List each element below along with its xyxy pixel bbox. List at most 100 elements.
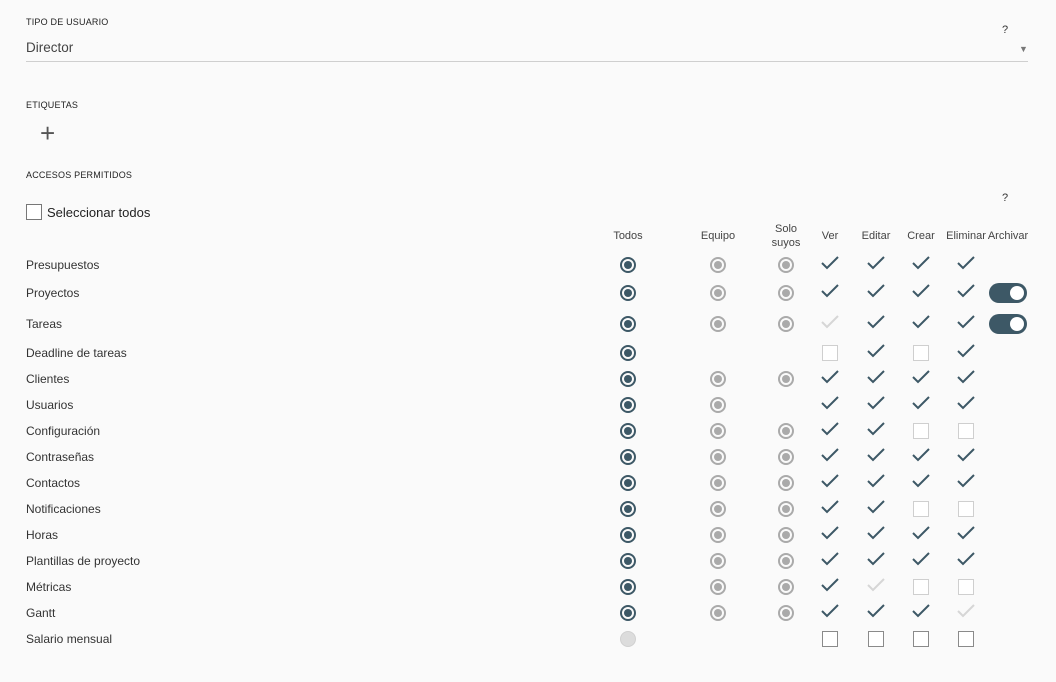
- equipo-radio[interactable]: [708, 447, 728, 467]
- eliminar-checkbox[interactable]: [956, 499, 976, 519]
- todos-radio[interactable]: [618, 473, 638, 493]
- solo-suyos-radio[interactable]: [776, 551, 796, 571]
- ver-check[interactable]: [820, 499, 840, 519]
- todos-radio[interactable]: [618, 551, 638, 571]
- todos-radio[interactable]: [618, 447, 638, 467]
- solo-suyos-radio[interactable]: [776, 283, 796, 303]
- crear-checkbox[interactable]: [911, 421, 931, 441]
- editar-check[interactable]: [866, 421, 886, 441]
- crear-check[interactable]: [911, 255, 931, 275]
- editar-check[interactable]: [866, 473, 886, 493]
- editar-check[interactable]: [866, 447, 886, 467]
- eliminar-check[interactable]: [956, 314, 976, 334]
- editar-check[interactable]: [866, 525, 886, 545]
- eliminar-check[interactable]: [956, 395, 976, 415]
- eliminar-checkbox[interactable]: [956, 421, 976, 441]
- equipo-radio[interactable]: [708, 603, 728, 623]
- todos-radio[interactable]: [618, 369, 638, 389]
- editar-check[interactable]: [866, 603, 886, 623]
- editar-check[interactable]: [866, 577, 886, 597]
- ver-check[interactable]: [820, 314, 840, 334]
- solo-suyos-radio[interactable]: [776, 473, 796, 493]
- crear-check[interactable]: [911, 603, 931, 623]
- solo-suyos-radio[interactable]: [776, 369, 796, 389]
- caret-down-icon[interactable]: ▼: [1019, 44, 1028, 54]
- access-help-icon[interactable]: ?: [1002, 192, 1008, 204]
- eliminar-check[interactable]: [956, 255, 976, 275]
- crear-checkbox[interactable]: [911, 499, 931, 519]
- solo-suyos-radio[interactable]: [776, 603, 796, 623]
- todos-radio[interactable]: [618, 629, 638, 649]
- solo-suyos-radio[interactable]: [776, 421, 796, 441]
- todos-radio[interactable]: [618, 343, 638, 363]
- ver-checkbox[interactable]: [820, 343, 840, 363]
- eliminar-check[interactable]: [956, 343, 976, 363]
- crear-check[interactable]: [911, 395, 931, 415]
- eliminar-check[interactable]: [956, 525, 976, 545]
- eliminar-check[interactable]: [956, 283, 976, 303]
- crear-check[interactable]: [911, 473, 931, 493]
- todos-radio[interactable]: [618, 314, 638, 334]
- eliminar-check[interactable]: [956, 473, 976, 493]
- editar-check[interactable]: [866, 395, 886, 415]
- todos-radio[interactable]: [618, 421, 638, 441]
- ver-check[interactable]: [820, 255, 840, 275]
- crear-check[interactable]: [911, 314, 931, 334]
- equipo-radio[interactable]: [708, 395, 728, 415]
- editar-check[interactable]: [866, 255, 886, 275]
- crear-checkbox[interactable]: [911, 577, 931, 597]
- ver-check[interactable]: [820, 551, 840, 571]
- todos-radio[interactable]: [618, 499, 638, 519]
- solo-suyos-radio[interactable]: [776, 525, 796, 545]
- select-all-checkbox[interactable]: [26, 204, 42, 220]
- solo-suyos-radio[interactable]: [776, 577, 796, 597]
- editar-check[interactable]: [866, 369, 886, 389]
- ver-check[interactable]: [820, 447, 840, 467]
- todos-radio[interactable]: [618, 255, 638, 275]
- editar-check[interactable]: [866, 283, 886, 303]
- archivar-toggle[interactable]: [989, 314, 1027, 334]
- ver-checkbox[interactable]: [820, 629, 840, 649]
- archivar-toggle[interactable]: [989, 283, 1027, 303]
- equipo-radio[interactable]: [708, 314, 728, 334]
- ver-check[interactable]: [820, 421, 840, 441]
- equipo-radio[interactable]: [708, 577, 728, 597]
- todos-radio[interactable]: [618, 577, 638, 597]
- ver-check[interactable]: [820, 369, 840, 389]
- solo-suyos-radio[interactable]: [776, 499, 796, 519]
- editar-check[interactable]: [866, 314, 886, 334]
- eliminar-check[interactable]: [956, 603, 976, 623]
- editar-check[interactable]: [866, 551, 886, 571]
- eliminar-check[interactable]: [956, 551, 976, 571]
- todos-radio[interactable]: [618, 283, 638, 303]
- crear-checkbox[interactable]: [911, 343, 931, 363]
- equipo-radio[interactable]: [708, 369, 728, 389]
- eliminar-checkbox[interactable]: [956, 577, 976, 597]
- solo-suyos-radio[interactable]: [776, 447, 796, 467]
- user-type-select[interactable]: Director: [26, 40, 73, 55]
- equipo-radio[interactable]: [708, 525, 728, 545]
- todos-radio[interactable]: [618, 525, 638, 545]
- editar-check[interactable]: [866, 343, 886, 363]
- equipo-radio[interactable]: [708, 473, 728, 493]
- user-type-help-icon[interactable]: ?: [1002, 24, 1008, 36]
- equipo-radio[interactable]: [708, 551, 728, 571]
- ver-check[interactable]: [820, 603, 840, 623]
- ver-check[interactable]: [820, 577, 840, 597]
- editar-checkbox[interactable]: [866, 629, 886, 649]
- solo-suyos-radio[interactable]: [776, 314, 796, 334]
- crear-check[interactable]: [911, 525, 931, 545]
- eliminar-check[interactable]: [956, 447, 976, 467]
- plus-icon[interactable]: +: [40, 120, 55, 146]
- ver-check[interactable]: [820, 525, 840, 545]
- ver-check[interactable]: [820, 283, 840, 303]
- ver-check[interactable]: [820, 395, 840, 415]
- crear-check[interactable]: [911, 369, 931, 389]
- crear-check[interactable]: [911, 447, 931, 467]
- todos-radio[interactable]: [618, 603, 638, 623]
- eliminar-check[interactable]: [956, 369, 976, 389]
- equipo-radio[interactable]: [708, 283, 728, 303]
- equipo-radio[interactable]: [708, 421, 728, 441]
- todos-radio[interactable]: [618, 395, 638, 415]
- solo-suyos-radio[interactable]: [776, 255, 796, 275]
